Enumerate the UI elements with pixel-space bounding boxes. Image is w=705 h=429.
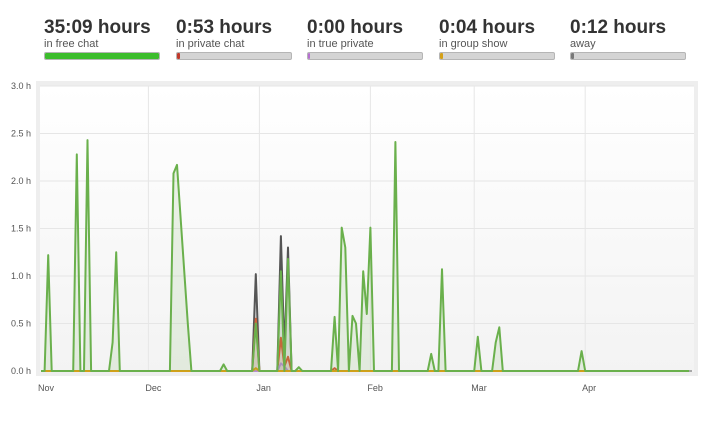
y-tick-label: 2.5 h xyxy=(11,129,31,139)
stat-value: 0:04 hours xyxy=(439,17,536,38)
progress-fill xyxy=(177,53,181,59)
stat-label: in free chat xyxy=(44,38,99,50)
stat-label: in true private xyxy=(307,38,374,50)
y-tick-label: 2.0 h xyxy=(11,176,31,186)
x-tick-label: Nov xyxy=(38,383,55,393)
progress-fill xyxy=(571,53,574,59)
progress-fill xyxy=(308,53,311,59)
x-tick-label: Feb xyxy=(367,383,383,393)
stat-value: 35:09 hours xyxy=(44,17,151,38)
x-tick-label: Apr xyxy=(582,383,596,393)
progress-fill xyxy=(440,53,443,59)
y-axis-labels: 0.0 h 0.5 h 1.0 h 1.5 h 2.0 h 2.5 h 3.0 h xyxy=(11,81,31,376)
stat-value: 0:12 hours xyxy=(570,17,667,38)
y-tick-label: 3.0 h xyxy=(11,81,31,91)
progress-bar-true-private xyxy=(307,52,423,60)
progress-fill xyxy=(45,53,159,59)
progress-bar-group-show xyxy=(439,52,555,60)
stat-label: in group show xyxy=(439,38,508,50)
stat-value: 0:00 hours xyxy=(307,17,404,38)
x-axis-labels: Nov Dec Jan Feb Mar Apr xyxy=(38,383,596,393)
time-chart: 0.0 h 0.5 h 1.0 h 1.5 h 2.0 h 2.5 h 3.0 h Nov D… xyxy=(11,81,698,393)
y-tick-label: 1.5 h xyxy=(11,224,31,234)
stat-away: 0:12 hours away xyxy=(570,17,688,60)
stat-value: 0:53 hours xyxy=(176,17,273,38)
progress-bar-private-chat xyxy=(176,52,292,60)
stat-label: away xyxy=(570,38,596,50)
stat-free-chat: 35:09 hours in free chat xyxy=(44,17,162,60)
x-tick-label: Dec xyxy=(145,383,162,393)
progress-bar-free-chat xyxy=(44,52,160,60)
stat-label: in private chat xyxy=(176,38,245,50)
stats-summary: 35:09 hours in free chat 0:53 hours in p… xyxy=(0,0,705,70)
y-tick-label: 0.5 h xyxy=(11,319,31,329)
progress-bar-away xyxy=(570,52,686,60)
stat-private-chat: 0:53 hours in private chat xyxy=(176,17,294,60)
stat-true-private: 0:00 hours in true private xyxy=(307,17,425,60)
stat-group-show: 0:04 hours in group show xyxy=(439,17,557,60)
y-tick-label: 0.0 h xyxy=(11,366,31,376)
x-tick-label: Jan xyxy=(256,383,271,393)
x-tick-label: Mar xyxy=(471,383,487,393)
y-tick-label: 1.0 h xyxy=(11,271,31,281)
